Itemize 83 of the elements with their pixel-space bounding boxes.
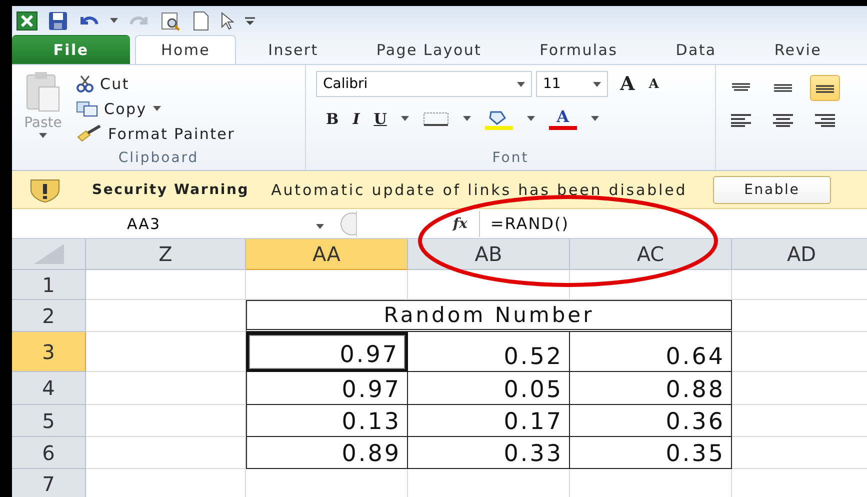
number-cell: 0.33 xyxy=(408,437,570,469)
row-header[interactable]: 5 xyxy=(12,405,86,437)
color-bar-icon xyxy=(548,126,577,130)
save-icon[interactable] xyxy=(48,10,68,30)
number-cell: 0.97 xyxy=(246,332,408,372)
dropdown-caret-icon[interactable] xyxy=(316,224,324,228)
align-lines-icon[interactable] xyxy=(730,113,752,127)
italic-button[interactable]: I xyxy=(352,110,360,128)
enable-button[interactable]: Enable xyxy=(713,176,831,204)
align-lines-icon xyxy=(772,82,794,94)
ribbon-tab[interactable]: Page Layout xyxy=(350,35,508,64)
paste-label: Paste xyxy=(24,115,62,131)
dropdown-caret-icon[interactable] xyxy=(590,116,599,121)
underline-button[interactable]: U xyxy=(374,110,387,128)
dropdown-caret-icon[interactable] xyxy=(462,116,471,121)
column-header[interactable]: AA xyxy=(246,239,408,270)
ribbon-tab[interactable]: File xyxy=(12,35,130,64)
print-preview-icon[interactable] xyxy=(160,10,182,30)
ribbon-tab[interactable]: Data xyxy=(650,35,742,64)
function-button[interactable]: fx xyxy=(453,216,468,232)
row-header[interactable]: 1 xyxy=(12,270,86,300)
ribbon-tab[interactable]: Insert xyxy=(242,35,344,64)
font-name-value: Calibri xyxy=(323,76,368,92)
copy-icon xyxy=(76,100,98,116)
number-cell: 0.89 xyxy=(246,437,408,469)
spreadsheet-logo-icon[interactable] xyxy=(16,10,38,30)
group-label: Clipboard xyxy=(117,150,200,168)
number-cell: 0.97 xyxy=(246,372,408,405)
cut-button[interactable]: Cut xyxy=(76,71,235,96)
number-cell: 0.05 xyxy=(408,372,570,405)
security-warning-title: Security Warning xyxy=(92,182,250,198)
group-label: Font xyxy=(491,150,530,168)
row-header[interactable]: 6 xyxy=(12,437,86,469)
number-cell: 0.36 xyxy=(570,405,732,437)
dropdown-caret-icon[interactable] xyxy=(593,82,601,86)
name-box[interactable]: AA3 xyxy=(12,210,357,236)
bold-button[interactable]: B xyxy=(326,110,339,128)
number-cell: 0.64 xyxy=(570,332,732,372)
dropdown-caret-icon[interactable] xyxy=(110,18,118,23)
new-document-icon[interactable] xyxy=(192,10,210,30)
customize-toolbar-icon[interactable] xyxy=(244,14,256,26)
scissors-icon xyxy=(76,74,94,92)
name-box-value: AA3 xyxy=(127,214,160,232)
font-size-field[interactable]: 11 xyxy=(536,71,608,97)
row-header[interactable]: 7 xyxy=(12,469,86,497)
number-cell: 0.17 xyxy=(408,405,570,437)
number-cell: 0.52 xyxy=(408,332,570,372)
dropdown-caret-icon[interactable] xyxy=(400,116,409,121)
vertical-align-button[interactable] xyxy=(810,75,840,101)
shrink-font-button[interactable]: A xyxy=(648,76,659,92)
borders-icon[interactable] xyxy=(422,110,449,126)
corner-triangle-icon xyxy=(34,244,64,264)
dropdown-caret-icon[interactable] xyxy=(517,82,525,86)
grow-font-button[interactable]: A xyxy=(620,73,635,95)
row-header[interactable]: 2 xyxy=(12,300,86,332)
column-header[interactable]: AD xyxy=(732,239,867,270)
row-header[interactable]: 4 xyxy=(12,372,86,405)
align-lines-icon xyxy=(730,82,752,94)
align-lines-icon[interactable] xyxy=(772,113,794,127)
ribbon-tab[interactable]: Formulas xyxy=(514,35,644,64)
column-header[interactable]: Z xyxy=(86,239,246,270)
column-header[interactable]: AC xyxy=(570,239,732,270)
paintbrush-icon xyxy=(76,124,102,142)
number-cell: 0.35 xyxy=(570,437,732,469)
column-header[interactable]: AB xyxy=(408,239,570,270)
dropdown-caret-icon[interactable] xyxy=(39,133,47,138)
row-header[interactable]: 3 xyxy=(12,332,86,372)
pointer-icon[interactable] xyxy=(220,12,234,30)
ribbon-tab[interactable]: Home xyxy=(135,35,236,64)
font-name-field[interactable]: Calibri xyxy=(316,71,532,97)
copy-button[interactable]: Copy xyxy=(76,96,235,121)
security-warning-message: Automatic update of links has been disabled xyxy=(271,180,688,198)
dropdown-caret-icon[interactable] xyxy=(526,116,535,121)
clipboard-icon xyxy=(25,71,61,113)
font-size-value: 11 xyxy=(543,76,561,92)
ribbon-tab[interactable]: Revie xyxy=(748,35,848,64)
align-lines-icon[interactable] xyxy=(814,113,836,127)
number-cell: 0.13 xyxy=(246,405,408,437)
formula-field[interactable]: =RAND() xyxy=(479,210,867,236)
number-cell: 0.88 xyxy=(570,372,732,405)
format-painter-button[interactable]: Format Painter xyxy=(76,121,235,146)
font-color-button[interactable]: A xyxy=(556,107,570,126)
dropdown-caret-icon[interactable] xyxy=(152,106,161,111)
